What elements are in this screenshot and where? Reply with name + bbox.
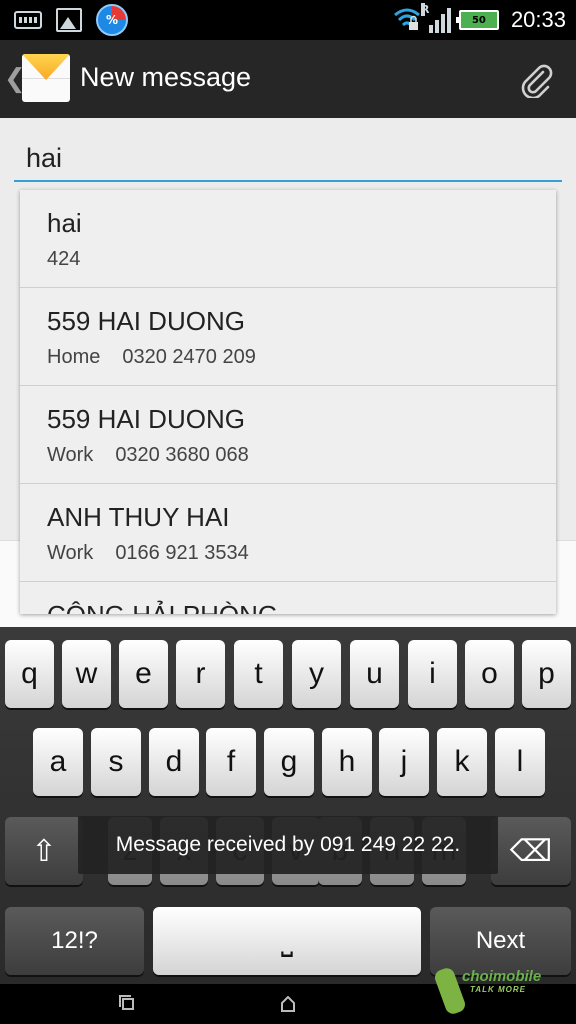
keyboard-icon: [14, 11, 42, 29]
key-f[interactable]: f: [206, 728, 256, 796]
image-icon: [56, 8, 82, 32]
watermark-tagline: TALK MORE: [470, 985, 526, 994]
contact-name: hai: [47, 208, 82, 238]
key-l[interactable]: l: [495, 728, 545, 796]
next-key[interactable]: Next: [430, 907, 571, 975]
contact-name: ANH THUY HAI: [47, 502, 230, 532]
percent-app-icon: %: [96, 4, 128, 36]
contact-detail: Work 0166 921 3534: [47, 542, 249, 565]
backspace-key[interactable]: ⌫: [491, 817, 571, 885]
key-p[interactable]: p: [522, 640, 571, 708]
watermark-logo: choimobile TALK MORE: [432, 965, 542, 1017]
paperclip-icon[interactable]: [516, 60, 554, 100]
home-icon[interactable]: [281, 995, 295, 1012]
contact-suggestion[interactable]: CÔNG HẢI PHÒNG: [20, 582, 556, 614]
contact-number: 0320 2470 209: [122, 346, 256, 368]
key-k[interactable]: k: [437, 728, 487, 796]
contact-detail: Work 0320 3680 068: [47, 444, 249, 467]
recipient-input[interactable]: [14, 136, 562, 182]
contact-number: 0166 921 3534: [115, 542, 249, 564]
watermark-brand: choimobile: [462, 968, 542, 985]
system-icons: R 50 20:33: [393, 0, 566, 40]
contact-suggestion[interactable]: hai 424: [20, 190, 556, 288]
email-app-icon[interactable]: [22, 54, 70, 102]
recent-apps-icon[interactable]: [119, 995, 134, 1010]
notification-icons: %: [14, 4, 128, 36]
contact-number: 0320 3680 068: [115, 444, 249, 466]
roaming-indicator: R: [420, 3, 430, 16]
action-bar: ❮ New message: [0, 40, 576, 118]
contact-number-type: Work: [47, 444, 94, 466]
contact-suggestion[interactable]: 559 HAI DUONG Home 0320 2470 209: [20, 288, 556, 386]
key-o[interactable]: o: [465, 640, 514, 708]
shift-key[interactable]: ⇧: [5, 817, 83, 885]
status-time: 20:33: [510, 7, 566, 32]
key-q[interactable]: q: [5, 640, 54, 708]
contact-detail: Home 0320 2470 209: [47, 346, 256, 369]
shift-icon: ⇧: [31, 834, 57, 868]
contact-number-type: Work: [47, 542, 94, 564]
signal-icon: R: [420, 3, 451, 33]
backspace-icon: ⌫: [509, 834, 553, 868]
contact-name: CÔNG HẢI PHÒNG: [47, 600, 278, 614]
contact-suggestion-list: hai 424 559 HAI DUONG Home 0320 2470 209 …: [20, 190, 556, 614]
contact-name: 559 HAI DUONG: [47, 306, 245, 336]
contact-suggestion[interactable]: ANH THUY HAI Work 0166 921 3534: [20, 484, 556, 582]
key-s[interactable]: s: [91, 728, 141, 796]
contact-name: 559 HAI DUONG: [47, 404, 245, 434]
battery-icon: 50: [455, 10, 499, 30]
key-g[interactable]: g: [264, 728, 314, 796]
contact-number-type: Home: [47, 346, 101, 368]
key-r[interactable]: r: [176, 640, 225, 708]
key-h[interactable]: h: [322, 728, 372, 796]
status-bar: % R 50 20:33: [0, 0, 576, 40]
key-t[interactable]: t: [234, 640, 283, 708]
soft-keyboard: q w e r t y u i o p a s d f g h j k l ⇧ …: [0, 627, 576, 984]
contact-suggestion[interactable]: 559 HAI DUONG Work 0320 3680 068: [20, 386, 556, 484]
contact-detail: 424: [47, 248, 80, 271]
space-key[interactable]: ⎵: [153, 907, 421, 975]
key-w[interactable]: w: [62, 640, 111, 708]
toast-notification: Message received by 091 249 22 22.: [78, 816, 498, 874]
wifi-icon: [393, 6, 421, 34]
contact-number: 424: [47, 248, 81, 270]
page-title: New message: [80, 62, 252, 92]
key-u[interactable]: u: [350, 640, 399, 708]
key-e[interactable]: e: [119, 640, 168, 708]
key-a[interactable]: a: [33, 728, 83, 796]
key-d[interactable]: d: [149, 728, 199, 796]
symbols-key[interactable]: 12!?: [5, 907, 144, 975]
space-bar-icon: ⎵: [281, 924, 293, 957]
key-j[interactable]: j: [379, 728, 429, 796]
key-y[interactable]: y: [292, 640, 341, 708]
key-i[interactable]: i: [408, 640, 457, 708]
